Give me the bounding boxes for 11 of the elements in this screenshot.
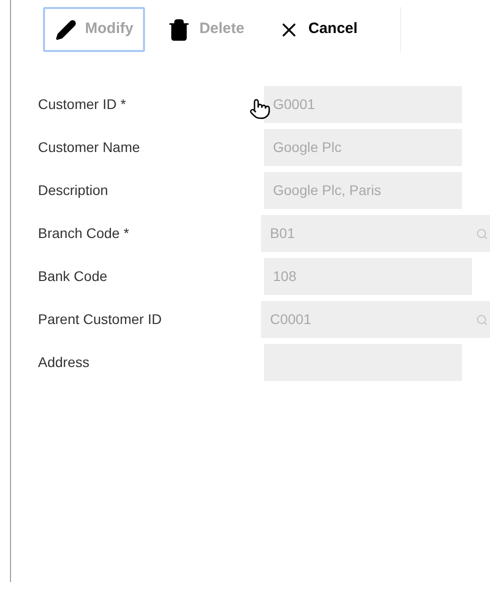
hand-cursor-icon — [249, 98, 271, 120]
pencil-icon — [55, 18, 77, 40]
field-label: Address — [38, 353, 90, 372]
field-label: Parent Customer ID — [38, 310, 162, 329]
field-label: Customer ID * — [38, 95, 126, 114]
field-label: Description — [38, 181, 108, 200]
field-label: Bank Code — [38, 267, 108, 286]
cancel-button[interactable]: Cancel — [266, 7, 370, 52]
trash-icon — [167, 18, 192, 42]
field-label: Customer Name — [38, 138, 140, 157]
field-label: Branch Code * — [38, 224, 130, 243]
